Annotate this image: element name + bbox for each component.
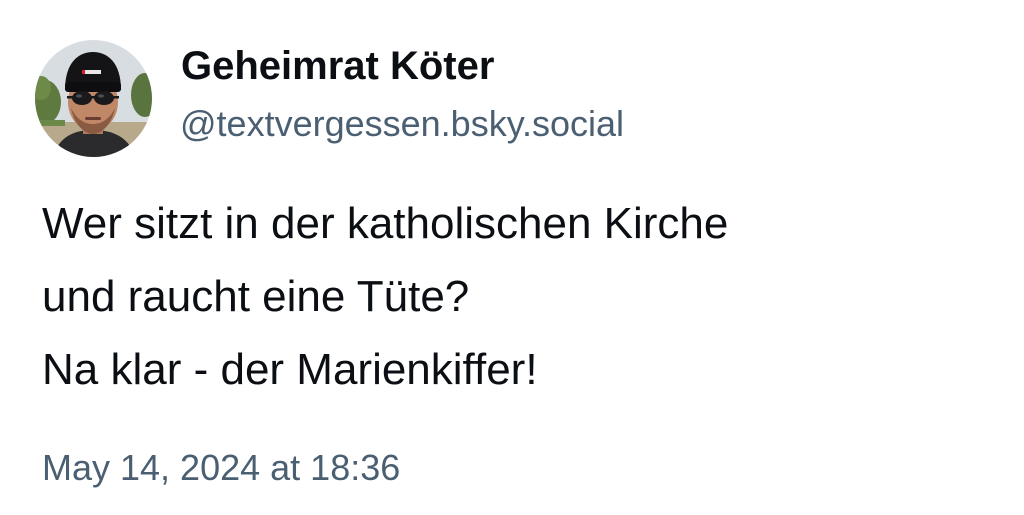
avatar-photo: [35, 40, 152, 157]
post-card: Geheimrat Köter @textvergessen.bsky.soci…: [0, 0, 1024, 515]
author-display-name[interactable]: Geheimrat Köter: [181, 43, 494, 89]
post-text-line: Wer sitzt in der katholischen Kirche: [42, 199, 729, 248]
post-timestamp[interactable]: May 14, 2024 at 18:36: [42, 445, 400, 491]
post-text-line: und raucht eine Tüte?: [42, 272, 470, 321]
avatar[interactable]: [35, 40, 152, 157]
post-text: Wer sitzt in der katholischen Kirche und…: [42, 187, 1002, 406]
author-handle[interactable]: @textvergessen.bsky.social: [180, 102, 624, 146]
post-text-line: Na klar - der Marienkiffer!: [42, 345, 538, 394]
